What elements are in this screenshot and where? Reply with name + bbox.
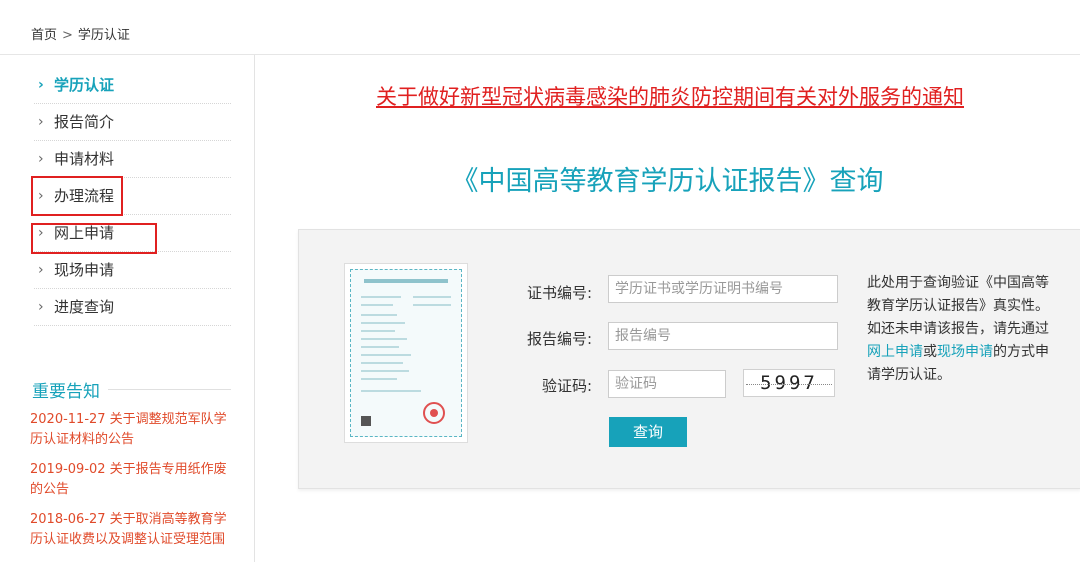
captcha-label: 验证码: bbox=[541, 377, 592, 395]
chevron-right-icon: › bbox=[38, 77, 44, 93]
sidebar-item-progress-query[interactable]: › 进度查询 bbox=[34, 289, 231, 326]
online-application-link[interactable]: 网上申请 bbox=[867, 344, 923, 360]
sidebar-item-application-materials[interactable]: › 申请材料 bbox=[34, 141, 231, 178]
sidebar-item-label: 进度查询 bbox=[54, 298, 115, 316]
sidebar-item-label: 报告简介 bbox=[54, 113, 115, 131]
main-content: 关于做好新型冠状病毒感染的肺炎防控期间有关对外服务的通知 《中国高等教育学历认证… bbox=[255, 55, 1080, 562]
sample-report-image bbox=[344, 263, 468, 443]
breadcrumb-current: 学历认证 bbox=[77, 28, 130, 43]
notice-link[interactable]: 2020-11-27 关于调整规范军队学历认证材料的公告 bbox=[30, 410, 235, 450]
notice-link[interactable]: 2018-06-27 关于取消高等教育学历认证收费以及调整认证受理范围 bbox=[30, 510, 235, 550]
notices-title: 重要告知 bbox=[32, 377, 108, 402]
cert-number-label: 证书编号: bbox=[526, 284, 592, 302]
onsite-application-link[interactable]: 现场申请 bbox=[937, 344, 993, 360]
notice-link[interactable]: 2019-09-02 关于报告专用纸作废的公告 bbox=[30, 460, 235, 500]
cert-number-input[interactable]: 学历证书或学历证明书编号 bbox=[608, 275, 838, 303]
query-panel: 证书编号: 学历证书或学历证明书编号 报告编号: 报告编号 验证码: 验证码 5… bbox=[298, 229, 1080, 489]
query-button[interactable]: 查询 bbox=[609, 417, 687, 447]
notices-header: 重要告知 bbox=[32, 377, 231, 402]
sidebar-item-label: 现场申请 bbox=[54, 261, 115, 279]
breadcrumb: 首页 > 学历认证 bbox=[31, 24, 130, 43]
sidebar-item-report-intro[interactable]: › 报告简介 bbox=[34, 104, 231, 141]
breadcrumb-home[interactable]: 首页 bbox=[31, 28, 57, 43]
captcha-image[interactable]: 5997 bbox=[743, 369, 835, 397]
description-text: 或 bbox=[923, 344, 937, 360]
report-number-label: 报告编号: bbox=[526, 330, 592, 348]
sidebar-item-label: 学历认证 bbox=[54, 76, 115, 94]
seal-icon bbox=[423, 402, 445, 424]
sidebar-item-onsite-application[interactable]: › 现场申请 bbox=[34, 252, 231, 289]
chevron-right-icon: › bbox=[38, 151, 44, 167]
query-description: 此处用于查询验证《中国高等教育学历认证报告》真实性。如还未申请该报告，请先通过网… bbox=[867, 272, 1059, 387]
sidebar: › 学历认证 › 报告简介 › 申请材料 › 办理流程 › 网上申请 › 现场申… bbox=[0, 55, 255, 562]
breadcrumb-separator: > bbox=[62, 28, 73, 43]
chevron-right-icon: › bbox=[38, 262, 44, 278]
report-number-input[interactable]: 报告编号 bbox=[608, 322, 838, 350]
chevron-right-icon: › bbox=[38, 299, 44, 315]
notices-list: 2020-11-27 关于调整规范军队学历认证材料的公告 2019-09-02 … bbox=[30, 410, 235, 560]
captcha-input[interactable]: 验证码 bbox=[608, 370, 726, 398]
announcement-link[interactable]: 关于做好新型冠状病毒感染的肺炎防控期间有关对外服务的通知 bbox=[376, 81, 964, 111]
highlight-box-online-application bbox=[31, 223, 157, 254]
description-text: 此处用于查询验证《中国高等教育学历认证报告》真实性。如还未申请该报告，请先通过 bbox=[867, 275, 1049, 337]
chevron-right-icon: › bbox=[38, 114, 44, 130]
page-title: 《中国高等教育学历认证报告》查询 bbox=[451, 166, 884, 197]
sidebar-item-education-certification[interactable]: › 学历认证 bbox=[34, 67, 231, 104]
qr-code-icon bbox=[361, 416, 371, 426]
top-bar: 首页 > 学历认证 bbox=[0, 0, 1080, 55]
highlight-box-process bbox=[31, 176, 123, 216]
sidebar-item-label: 申请材料 bbox=[54, 150, 115, 168]
